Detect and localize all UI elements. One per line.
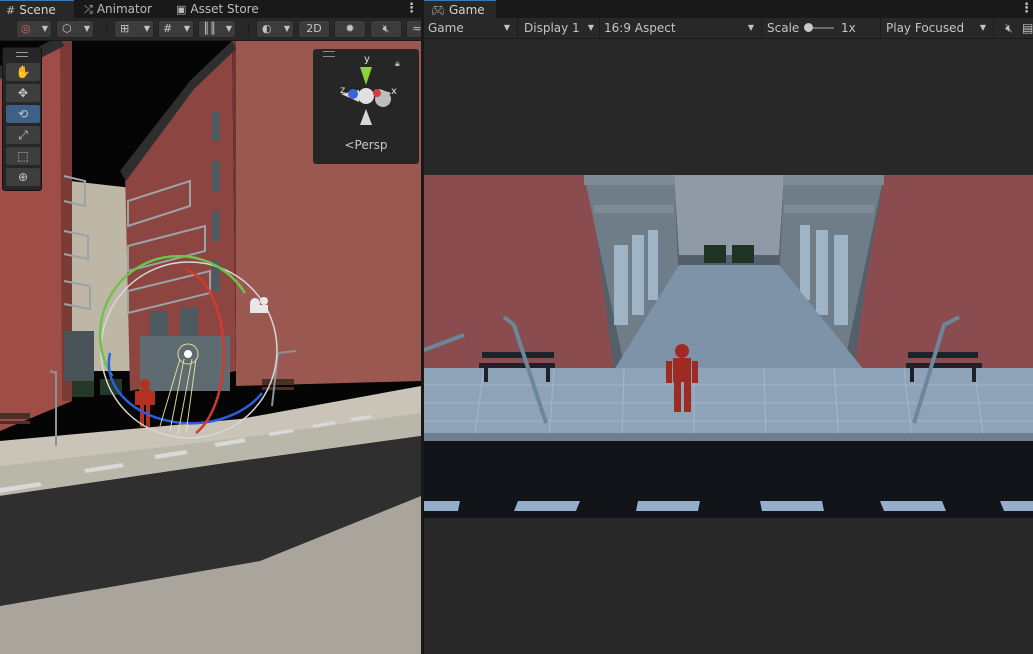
store-bag-icon: ▣ (176, 3, 187, 16)
game-panel: 🎮︎ Game ⋮ Game ▼ Display 1 ▼ 16:9 Aspect ▼ S… (424, 0, 1033, 654)
game-menu-icon[interactable]: ⋮ (1020, 0, 1033, 18)
game-render (424, 175, 1033, 518)
perspective-icon: < (344, 138, 355, 152)
toolbar-divider (106, 22, 107, 36)
scale-label: Scale (767, 21, 800, 35)
gizmo-toggle-button[interactable]: ⊞ ▼ (114, 20, 154, 38)
snap-increment-button[interactable]: ║║ ▼ (198, 20, 236, 38)
orientation-gizmo[interactable]: 🔒︎ y x z <Persp (313, 49, 419, 164)
toggle-2d-button[interactable]: 2D (298, 20, 330, 38)
tab-asset-store[interactable]: ▣ Asset Store (176, 0, 259, 18)
axis-icon: ⊞ (120, 22, 130, 35)
z-axis-label: z (340, 85, 346, 96)
stats-icon: ▤ (1022, 21, 1033, 35)
chevron-down-icon: ▼ (41, 24, 48, 33)
display-dropdown[interactable]: Display 1 ▼ (524, 18, 598, 38)
chevron-down-icon: ▼ (225, 24, 232, 33)
tab-scene[interactable]: # Scene (0, 0, 74, 18)
chevron-down-icon: ▼ (587, 23, 594, 32)
scene-toolbar: ◎ ▼ ⬡ ▼ ⊞ ▼ # ▼ ║║ ▼ ◐ ▼ 2D ✹ 🔇︎ ≈ (0, 18, 421, 41)
game-tab-bar: 🎮︎ Game ⋮ (424, 0, 1033, 18)
effects-icon: ≈ (412, 22, 421, 35)
scale-tool-button[interactable]: ⤢ (6, 126, 40, 144)
tool-palette: ✋ ✥ ⟲ ⤢ ⬚ ⊕ (2, 47, 42, 191)
aspect-dropdown[interactable]: 16:9 Aspect ▼ (604, 18, 758, 38)
ruler-icon: ║║ (203, 22, 217, 35)
grid-snap-button[interactable]: # ▼ (158, 20, 194, 38)
transform-icon: ⊕ (17, 170, 29, 184)
speaker-mute-icon: 🔇︎ (382, 22, 390, 35)
scene-panel: # Scene ⤮ Animator ▣ Asset Store ⋮ ◎ ▼ ⬡ ▼ ⊞ ▼… (0, 0, 421, 654)
toolbar-divider (761, 18, 762, 38)
hand-icon: ✋ (15, 65, 31, 79)
audio-toggle-button[interactable]: 🔇︎ (370, 20, 402, 38)
game-toolbar: Game ▼ Display 1 ▼ 16:9 Aspect ▼ Scale 1x P… (424, 18, 1033, 39)
draw-mode-icon: ◎ (21, 22, 31, 35)
chevron-down-icon: ▼ (979, 23, 986, 32)
rotate-icon: ⟲ (17, 107, 29, 121)
grid-icon: # (163, 22, 173, 35)
toolbar-divider (517, 18, 518, 38)
sphere-icon: ◐ (262, 22, 272, 35)
drag-handle-icon[interactable] (16, 52, 28, 57)
y-axis-label: y (364, 54, 370, 65)
toolbar-divider (599, 18, 600, 38)
move-tool-button[interactable]: ✥ (6, 84, 40, 102)
shading-mode-button[interactable]: ⬡ ▼ (56, 20, 94, 38)
rect-tool-button[interactable]: ⬚ (6, 147, 40, 165)
view-options-button[interactable]: ◐ ▼ (256, 20, 294, 38)
scale-slider-thumb[interactable] (804, 23, 813, 32)
chevron-down-icon: ▼ (143, 24, 150, 33)
tab-game[interactable]: 🎮︎ Game (424, 0, 496, 18)
speaker-mute-icon: 🔇︎ (1005, 21, 1013, 35)
chevron-down-icon: ▼ (283, 24, 290, 33)
tab-animator[interactable]: ⤮ Animator (84, 0, 152, 18)
x-axis-label: x (391, 86, 397, 97)
stats-button[interactable]: ▤ (1022, 18, 1033, 38)
move-arrows-icon: ✥ (17, 86, 29, 100)
rotate-tool-button[interactable]: ⟲ (6, 105, 40, 123)
hand-tool-button[interactable]: ✋ (6, 63, 40, 81)
chevron-down-icon: ▼ (747, 23, 754, 32)
mute-audio-button[interactable]: 🔇︎ (999, 18, 1019, 38)
scene-tab-bar: # Scene ⤮ Animator ▣ Asset Store ⋮ (0, 0, 421, 18)
chevron-down-icon: ▼ (503, 23, 510, 32)
chevron-down-icon: ▼ (83, 24, 90, 33)
cube-icon: ⬡ (62, 22, 72, 35)
scale-value: 1x (841, 21, 856, 35)
toolbar-divider (880, 18, 881, 38)
transform-tool-button[interactable]: ⊕ (6, 168, 40, 186)
rect-transform-icon: ⬚ (17, 149, 29, 163)
chevron-down-icon: ▼ (183, 24, 190, 33)
toolbar-divider (248, 22, 249, 36)
scene-menu-icon[interactable]: ⋮ (405, 0, 418, 18)
light-icon: ✹ (345, 22, 355, 35)
scene-viewport[interactable]: ✋ ✥ ⟲ ⤢ ⬚ ⊕ 🔒︎ y x z <Persp (0, 41, 421, 654)
scale-icon: ⤢ (18, 128, 28, 142)
game-view[interactable] (424, 175, 1033, 518)
play-mode-dropdown[interactable]: Play Focused ▼ (886, 18, 990, 38)
lighting-toggle-button[interactable]: ✹ (334, 20, 366, 38)
effects-toggle-button[interactable]: ≈ (406, 20, 421, 38)
animator-icon: ⤮ (84, 3, 93, 16)
view-mode-dropdown[interactable]: Game ▼ (428, 18, 514, 38)
projection-toggle[interactable]: <Persp (313, 138, 419, 152)
draw-mode-button[interactable]: ◎ ▼ (16, 20, 52, 38)
toolbar-divider (993, 18, 994, 38)
